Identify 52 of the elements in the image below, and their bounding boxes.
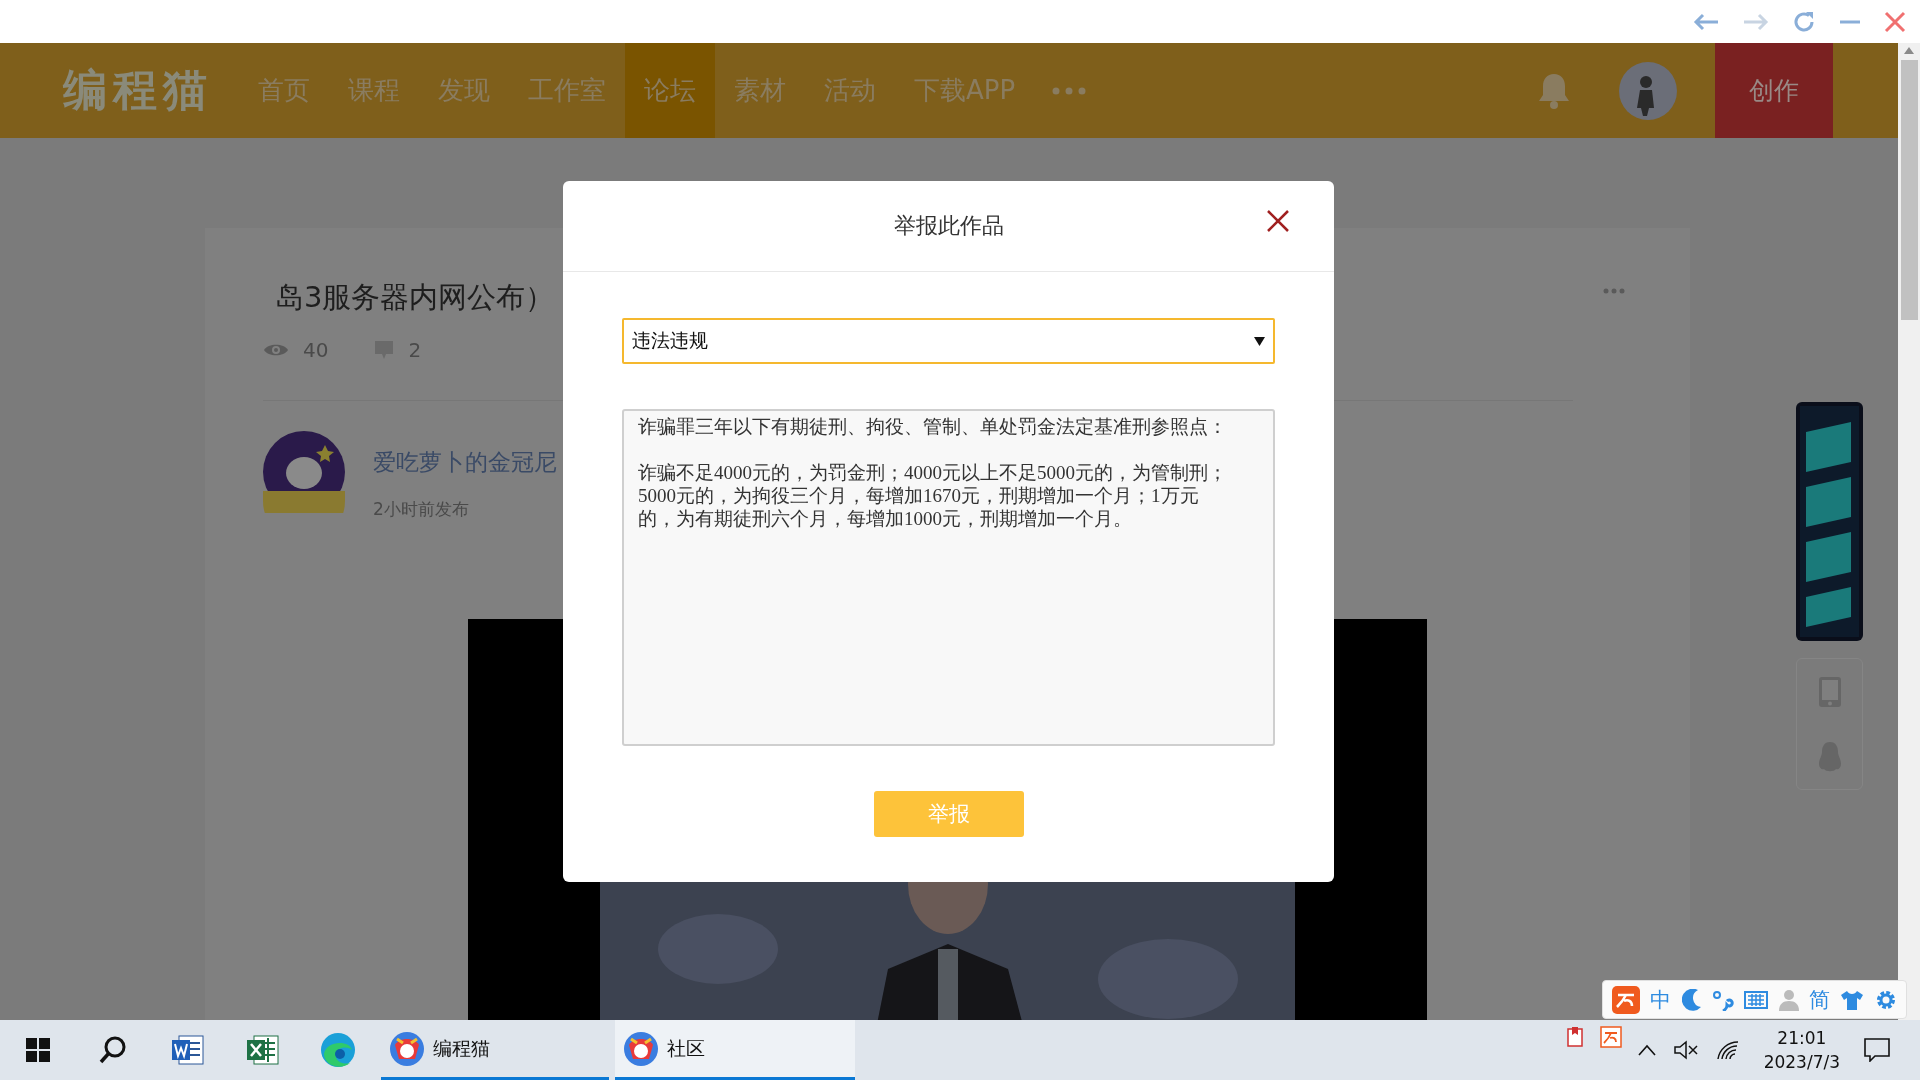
close-icon[interactable] [1266, 209, 1290, 233]
speaker-muted-icon[interactable] [1673, 1040, 1698, 1060]
nav-tab[interactable]: 首页 [239, 43, 329, 138]
clock-time[interactable]: 21:01 [1777, 1026, 1827, 1050]
more-icon[interactable] [1603, 288, 1625, 294]
scroll-up-icon[interactable] [1904, 47, 1914, 54]
scrollbar-thumb[interactable] [1900, 60, 1918, 320]
document-app-icon[interactable] [170, 1034, 205, 1066]
nav-tab[interactable]: 论坛 [625, 43, 715, 138]
create-button[interactable]: 创作 [1715, 43, 1833, 138]
spreadsheet-app-icon[interactable] [245, 1034, 280, 1066]
input-method-icon[interactable] [1599, 1026, 1622, 1048]
taskbar-app[interactable]: 编程猫 [381, 1020, 609, 1080]
back-icon[interactable] [1692, 11, 1720, 32]
wifi-icon[interactable] [1715, 1040, 1740, 1060]
notification-icon[interactable] [1864, 1038, 1890, 1062]
eye-icon [263, 342, 289, 358]
refresh-icon[interactable] [1792, 9, 1816, 34]
shirt-icon[interactable] [1840, 989, 1865, 1010]
app-icon [389, 1030, 425, 1067]
person-icon[interactable] [1778, 988, 1799, 1011]
author-name[interactable]: 爱吃萝卜的金冠尼 [373, 447, 557, 478]
windows-start-icon[interactable] [25, 1038, 50, 1062]
nav-tab[interactable]: 课程 [329, 43, 419, 138]
nav-tab[interactable]: 下载APP [895, 43, 1035, 138]
avatar[interactable] [1619, 61, 1677, 120]
moon-icon[interactable] [1681, 988, 1702, 1011]
chevron-up-icon[interactable] [1637, 1044, 1656, 1056]
settings-icon[interactable] [1874, 988, 1897, 1011]
tray-app-icon[interactable] [1565, 1026, 1586, 1048]
dialog-title: 举报此作品 [893, 212, 1004, 240]
post-title: 岛3服务器内网公布） [275, 279, 555, 316]
dropdown-arrow-icon [1254, 336, 1265, 346]
nav-tab[interactable]: 发现 [419, 43, 509, 138]
keyboard-icon[interactable] [1744, 990, 1769, 1009]
keyboard-logo-icon[interactable] [1612, 985, 1641, 1014]
report-button[interactable]: 举报 [873, 791, 1024, 837]
input-mode-toggle[interactable]: 中 [1650, 985, 1672, 1014]
clock-date[interactable]: 2023/7/3 [1763, 1050, 1840, 1074]
nav-tab[interactable]: 素材 [715, 43, 805, 138]
search-icon[interactable] [97, 1035, 128, 1065]
avatar[interactable] [263, 431, 345, 513]
nav-tab[interactable]: 工作室 [509, 43, 625, 138]
app-icon [623, 1030, 659, 1067]
browser-icon[interactable] [319, 1032, 356, 1068]
punctuation-icon[interactable] [1712, 988, 1735, 1011]
nav-tab[interactable]: 活动 [805, 43, 895, 138]
script-toggle[interactable]: 简 [1809, 985, 1831, 1014]
description-textarea[interactable]: 诈骗罪三年以下有期徒刑、拘役、管制、单处罚金法定基准刑参照点： 诈骗不足4000元的，为罚金刑；4000元以上不足5000元的，为管制刑；5000元的，为拘役三个月，每增加1670元，刑期增加一个月；1万元的，为有期徒刑六个月，每增加1000元，刑期增加一个月。 [622, 409, 1275, 746]
site-logo[interactable]: 编程猫 [63, 61, 213, 120]
taskbar-app[interactable]: 社区 [615, 1020, 855, 1080]
reason-dropdown[interactable]: 违法违规 [622, 318, 1275, 364]
